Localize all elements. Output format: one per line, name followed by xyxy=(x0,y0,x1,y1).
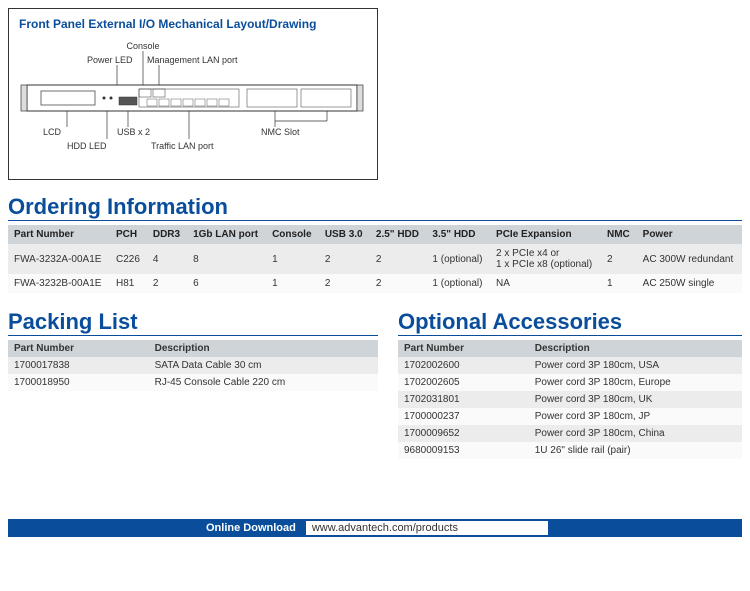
cell: 1702002600 xyxy=(398,357,529,374)
cell: NA xyxy=(490,274,601,293)
table-header-row: Part Number PCH DDR3 1Gb LAN port Consol… xyxy=(8,225,742,244)
th: Console xyxy=(266,225,319,244)
cell: 1 (optional) xyxy=(426,274,490,293)
th: USB 3.0 xyxy=(319,225,370,244)
cell: 1700018950 xyxy=(8,374,149,391)
section-ordering-title: Ordering Information xyxy=(8,194,742,221)
th: NMC xyxy=(601,225,637,244)
cell: H81 xyxy=(110,274,147,293)
table-row: 1702031801Power cord 3P 180cm, UK xyxy=(398,391,742,408)
cell: Power cord 3P 180cm, China xyxy=(529,425,742,442)
th: Part Number xyxy=(398,340,529,357)
cell: SATA Data Cable 30 cm xyxy=(149,357,378,374)
label-power-led: Power LED xyxy=(87,55,133,65)
th: Description xyxy=(529,340,742,357)
th: PCH xyxy=(110,225,147,244)
section-accessories-title: Optional Accessories xyxy=(398,309,742,336)
cell: 2 xyxy=(370,274,427,293)
diagram-title: Front Panel External I/O Mechanical Layo… xyxy=(19,17,367,31)
cell: Power cord 3P 180cm, USA xyxy=(529,357,742,374)
cell: 1700017838 xyxy=(8,357,149,374)
cell: 9680009153 xyxy=(398,442,529,459)
cell: 1700009652 xyxy=(398,425,529,442)
cell: C226 xyxy=(110,244,147,274)
label-lcd: LCD xyxy=(43,127,62,137)
th: Power xyxy=(637,225,742,244)
footer-label: Online Download xyxy=(202,522,300,534)
ordering-table: Part Number PCH DDR3 1Gb LAN port Consol… xyxy=(8,225,742,293)
cell: Power cord 3P 180cm, UK xyxy=(529,391,742,408)
table-row: 1702002605Power cord 3P 180cm, Europe xyxy=(398,374,742,391)
cell: 2 xyxy=(147,274,187,293)
cell: 2 xyxy=(319,274,370,293)
cell: 2 x PCIe x4 or 1 x PCIe x8 (optional) xyxy=(490,244,601,274)
cell: RJ-45 Console Cable 220 cm xyxy=(149,374,378,391)
th: PCIe Expansion xyxy=(490,225,601,244)
cell: Power cord 3P 180cm, Europe xyxy=(529,374,742,391)
label-nmc-slot: NMC Slot xyxy=(261,127,300,137)
packing-table: Part Number Description 1700017838SATA D… xyxy=(8,340,378,391)
cell: 2 xyxy=(601,244,637,274)
diagram-box: Front Panel External I/O Mechanical Layo… xyxy=(8,8,378,180)
table-row: FWA-3232A-00A1EC226481221 (optional)2 x … xyxy=(8,244,742,274)
label-mgmt-lan: Management LAN port xyxy=(147,55,238,65)
cell: AC 300W redundant xyxy=(637,244,742,274)
table-row: 1700018950RJ-45 Console Cable 220 cm xyxy=(8,374,378,391)
label-usb: USB x 2 xyxy=(117,127,150,137)
th: DDR3 xyxy=(147,225,187,244)
cell: 1U 26" slide rail (pair) xyxy=(529,442,742,459)
th: 3.5" HDD xyxy=(426,225,490,244)
cell: 1 xyxy=(601,274,637,293)
footer-url: www.advantech.com/products xyxy=(306,521,548,535)
cell: 1702002605 xyxy=(398,374,529,391)
cell: 1 xyxy=(266,274,319,293)
th: 1Gb LAN port xyxy=(187,225,266,244)
footer-bar: Online Download www.advantech.com/produc… xyxy=(8,519,742,537)
front-panel-drawing: Console Power LED Management LAN port xyxy=(19,39,365,169)
th: Part Number xyxy=(8,225,110,244)
cell: 1700000237 xyxy=(398,408,529,425)
table-row: 1702002600Power cord 3P 180cm, USA xyxy=(398,357,742,374)
cell: 6 xyxy=(187,274,266,293)
label-console: Console xyxy=(126,41,159,51)
cell: 1 xyxy=(266,244,319,274)
table-row: 1700009652Power cord 3P 180cm, China xyxy=(398,425,742,442)
table-row: 1700017838SATA Data Cable 30 cm xyxy=(8,357,378,374)
cell: 2 xyxy=(370,244,427,274)
cell: FWA-3232B-00A1E xyxy=(8,274,110,293)
section-packing-title: Packing List xyxy=(8,309,378,336)
cell: 1702031801 xyxy=(398,391,529,408)
th: Description xyxy=(149,340,378,357)
table-row: 1700000237Power cord 3P 180cm, JP xyxy=(398,408,742,425)
table-row: FWA-3232B-00A1EH81261221 (optional)NA1AC… xyxy=(8,274,742,293)
label-traffic-lan: Traffic LAN port xyxy=(151,141,214,151)
table-row: 96800091531U 26" slide rail (pair) xyxy=(398,442,742,459)
th: Part Number xyxy=(8,340,149,357)
th: 2.5" HDD xyxy=(370,225,427,244)
cell: Power cord 3P 180cm, JP xyxy=(529,408,742,425)
cell: 2 xyxy=(319,244,370,274)
cell: AC 250W single xyxy=(637,274,742,293)
accessories-table: Part Number Description 1702002600Power … xyxy=(398,340,742,459)
cell: 1 (optional) xyxy=(426,244,490,274)
cell: 4 xyxy=(147,244,187,274)
cell: FWA-3232A-00A1E xyxy=(8,244,110,274)
label-hdd-led: HDD LED xyxy=(67,141,107,151)
cell: 8 xyxy=(187,244,266,274)
